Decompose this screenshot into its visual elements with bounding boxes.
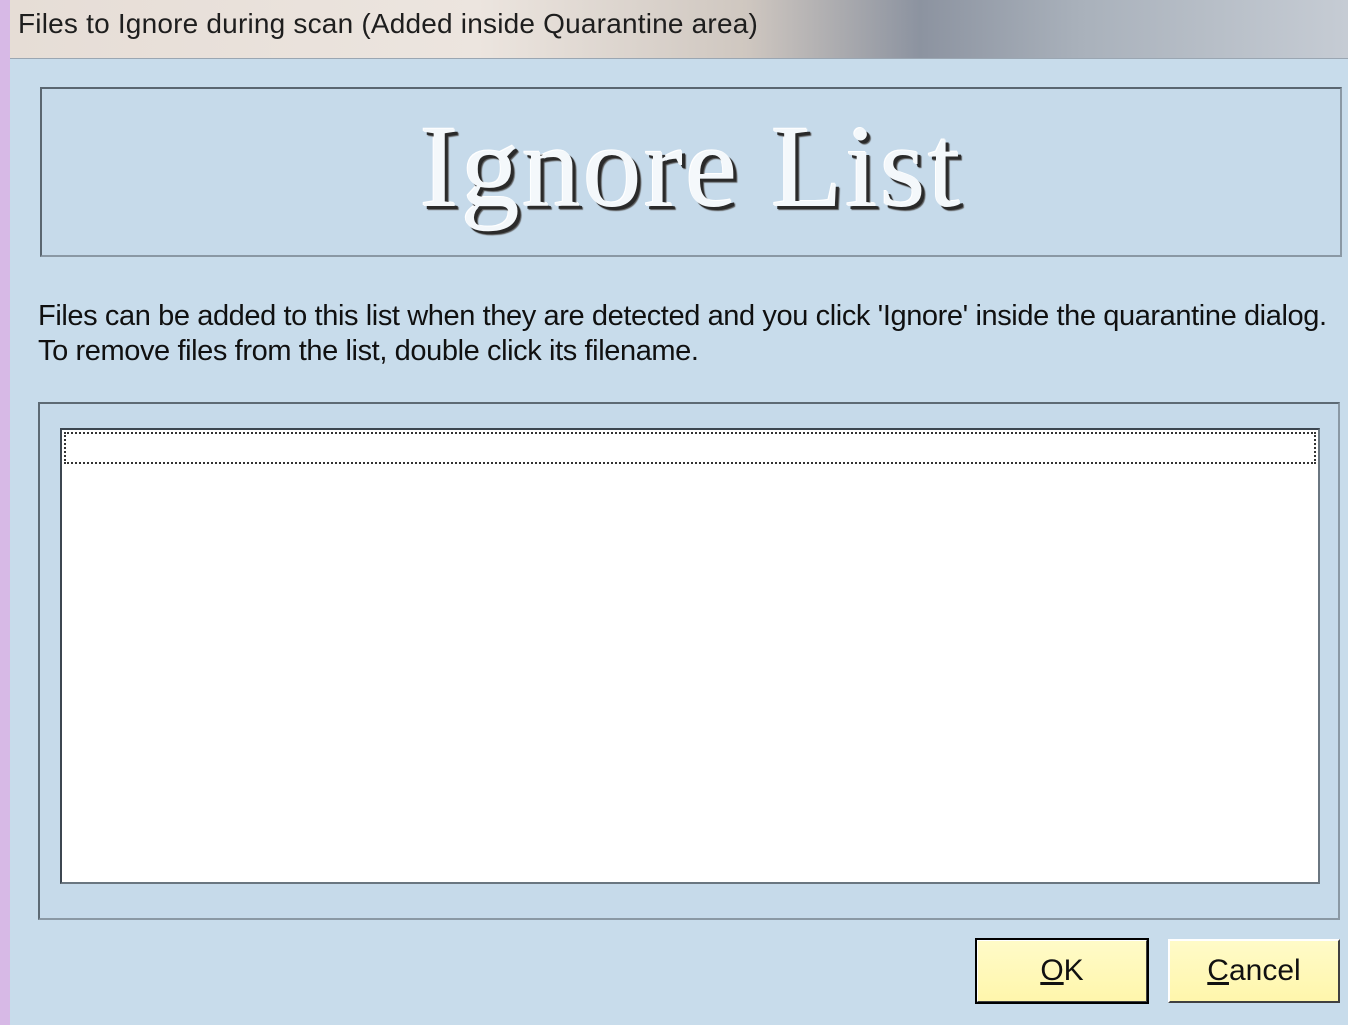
cancel-mnemonic: C [1207, 954, 1229, 987]
instructions-text: Files can be added to this list when the… [38, 299, 1348, 369]
ignored-files-listbox[interactable] [60, 428, 1320, 884]
ok-label-rest: K [1063, 954, 1084, 987]
ok-button[interactable]: OK [975, 938, 1149, 1004]
banner-title: Ignore List [419, 101, 963, 232]
list-group-panel [38, 402, 1340, 920]
ignore-list-dialog: Files to Ignore during scan (Added insid… [0, 0, 1348, 1025]
instructions-line-1: Files can be added to this list when the… [38, 300, 1327, 332]
dialog-body: Ignore List Files can be added to this l… [10, 59, 1348, 1025]
cancel-label-rest: ancel [1228, 954, 1301, 987]
banner-panel: Ignore List [40, 87, 1342, 257]
list-focus-row[interactable] [64, 432, 1316, 464]
title-bar[interactable]: Files to Ignore during scan (Added insid… [10, 0, 1348, 59]
window-title: Files to Ignore during scan (Added insid… [18, 8, 759, 39]
cancel-button[interactable]: Cancel [1168, 939, 1340, 1003]
instructions-line-2: To remove files from the list, double cl… [38, 335, 699, 367]
ok-mnemonic: O [1040, 954, 1064, 987]
